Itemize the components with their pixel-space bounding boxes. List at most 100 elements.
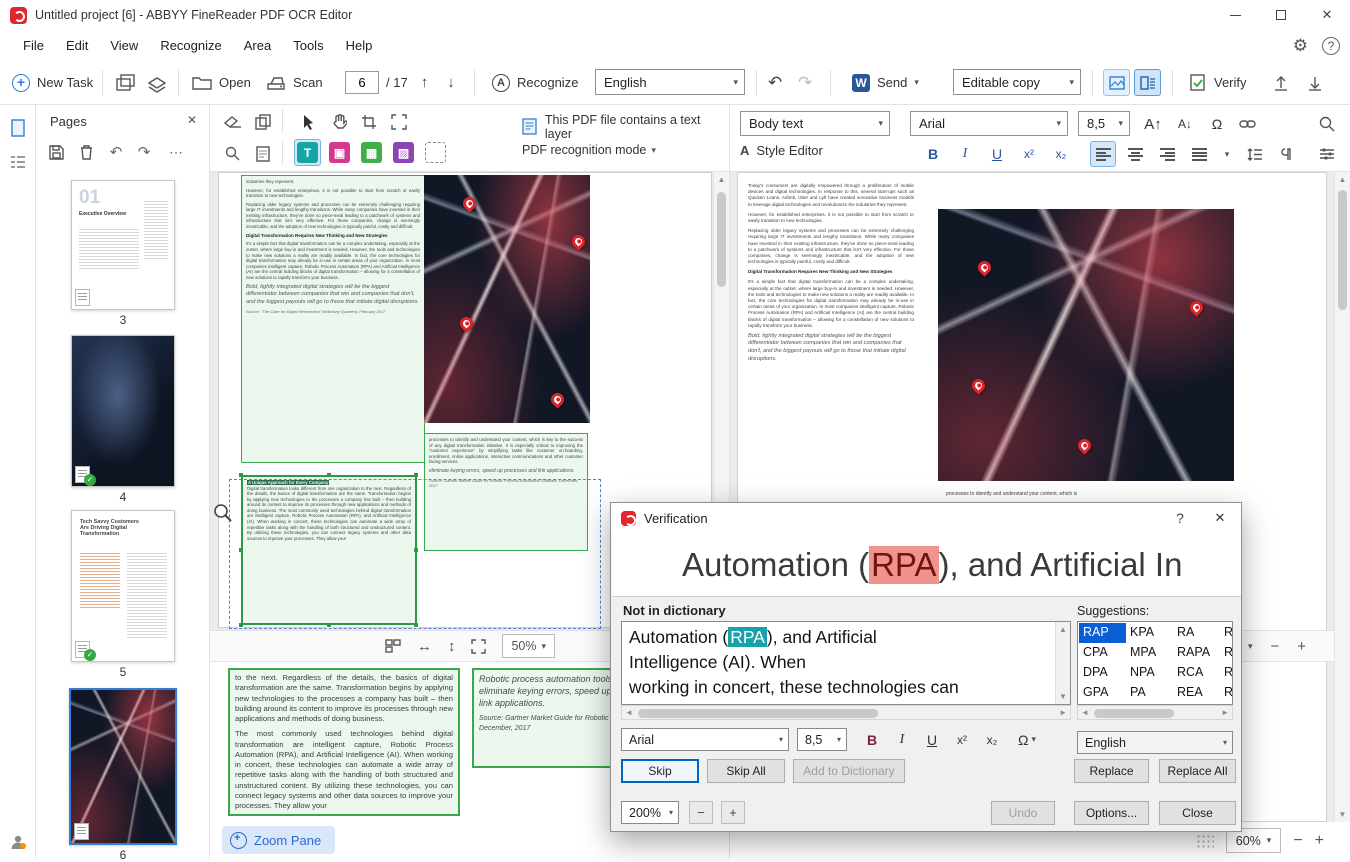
dialog-italic-button[interactable]: I — [889, 728, 915, 751]
decrease-font-icon[interactable]: A↓ — [1172, 111, 1198, 137]
image-zoom-select[interactable]: 50% ▾ — [502, 634, 556, 658]
page-thumbnail-5[interactable]: Tech Savvy Customers Are Driving Digital… — [71, 510, 175, 662]
options-button[interactable]: Options... — [1074, 801, 1149, 825]
menu-edit[interactable]: Edit — [55, 33, 99, 58]
zoom-in-icon[interactable]: + — [1297, 638, 1306, 655]
suggestion-item[interactable]: RAPA — [1173, 643, 1220, 663]
undo-page-icon[interactable]: ↶ — [106, 142, 126, 162]
scroll-up-icon[interactable]: ▲ — [1056, 622, 1070, 637]
suggestion-item[interactable]: R — [1220, 643, 1232, 663]
dialog-zoom-out-button[interactable]: − — [689, 801, 713, 824]
suggestion-item[interactable]: R — [1220, 663, 1232, 683]
scan-button[interactable]: Scan — [266, 61, 323, 104]
pages-close-icon[interactable]: ✕ — [187, 113, 197, 127]
quick-export-icon[interactable] — [114, 61, 136, 104]
suggestion-item[interactable]: RA — [1173, 623, 1220, 643]
dialog-close-button[interactable]: Close — [1159, 801, 1236, 825]
export-format-select[interactable]: Editable copy ▾ — [953, 69, 1081, 95]
selected-text-region[interactable]: A Unique Approach for Every Company Digi… — [241, 475, 417, 625]
replace-button[interactable]: Replace — [1074, 759, 1149, 783]
dictionary-language-select[interactable]: English ▾ — [1077, 731, 1233, 754]
italic-button[interactable]: I — [952, 141, 978, 167]
pan-hand-icon[interactable] — [326, 109, 352, 135]
scroll-up-icon[interactable]: ▲ — [714, 172, 729, 187]
export-up-icon[interactable] — [1272, 61, 1290, 104]
save-results-icon[interactable] — [1306, 61, 1324, 104]
layout-icon[interactable] — [385, 639, 401, 653]
page-thumbnail-4[interactable]: ✓ — [71, 335, 175, 487]
page-thumbnail-6-selected[interactable] — [69, 688, 177, 845]
background-picture-tool[interactable]: ▨ — [390, 139, 417, 166]
suggestion-item[interactable]: DPA — [1079, 663, 1126, 683]
scrollbar-thumb[interactable] — [638, 709, 878, 718]
dialog-superscript-button[interactable]: x² — [949, 728, 975, 751]
settings-gear-icon[interactable]: ⚙ — [1293, 36, 1308, 56]
scroll-right-icon[interactable]: ► — [1221, 708, 1229, 717]
dialog-help-icon[interactable]: ? — [1171, 510, 1189, 526]
suggestion-item[interactable]: REA — [1173, 683, 1220, 703]
help-icon[interactable]: ? — [1322, 36, 1340, 55]
scroll-right-icon[interactable]: ► — [1059, 708, 1067, 717]
dialog-title-bar[interactable]: Verification ? ✕ — [611, 503, 1241, 533]
page-thumbnail-3[interactable]: 01 Executive Overview — [71, 180, 175, 310]
crop-icon[interactable] — [356, 109, 382, 135]
menu-view[interactable]: View — [99, 33, 149, 58]
delete-page-icon[interactable] — [76, 142, 96, 162]
hyperlink-icon[interactable] — [1234, 111, 1260, 137]
skip-all-button[interactable]: Skip All — [707, 759, 785, 783]
align-left-button[interactable] — [1090, 141, 1116, 167]
suggestion-item[interactable]: R — [1220, 683, 1232, 703]
add-to-dictionary-button[interactable]: Add to Dictionary — [793, 759, 905, 783]
suggestion-item-selected[interactable]: RAP — [1079, 623, 1126, 643]
dialog-bold-button[interactable]: B — [859, 728, 885, 751]
analyze-page-icon[interactable] — [250, 141, 276, 167]
outline-panel-icon[interactable] — [7, 151, 29, 173]
bold-button[interactable]: B — [920, 141, 946, 167]
verify-button[interactable]: Verify — [1190, 61, 1247, 104]
view-image-only-toggle[interactable] — [1103, 69, 1130, 96]
stacked-pages-icon[interactable] — [146, 61, 168, 104]
suggestions-list[interactable]: RAP KPA RA R CPA MPA RAPA R DPA NPA RCA … — [1077, 621, 1233, 705]
view-image-text-toggle[interactable] — [1134, 69, 1161, 96]
text-region[interactable]: industries they represent. However, for … — [241, 175, 425, 463]
suggestion-item[interactable]: NPA — [1126, 663, 1173, 683]
menu-help[interactable]: Help — [335, 33, 384, 58]
maximize-button[interactable] — [1258, 0, 1304, 30]
table-region-tool[interactable]: ▦ — [358, 139, 385, 166]
superscript-button[interactable]: x² — [1016, 141, 1042, 167]
text-region-tool-selected[interactable]: T — [294, 139, 321, 166]
special-character-icon[interactable]: Ω — [1204, 111, 1230, 137]
fit-height-icon[interactable]: ↕ — [448, 638, 456, 655]
page-number-input[interactable] — [345, 71, 379, 94]
dialog-underline-button[interactable]: U — [919, 728, 945, 751]
context-scrollbar[interactable]: ▲ ▼ — [1055, 622, 1070, 704]
redo-page-icon[interactable]: ↷ — [134, 142, 154, 162]
suggestion-item[interactable]: CPA — [1079, 643, 1126, 663]
style-editor-button[interactable]: A Style Editor — [740, 143, 823, 158]
suggestion-item[interactable]: GPA — [1079, 683, 1126, 703]
dialog-undo-button[interactable]: Undo — [991, 801, 1055, 825]
align-more-icon[interactable]: ▾ — [1214, 141, 1240, 167]
context-text-editor[interactable]: Automation (RPA), and Artificial Intelli… — [621, 621, 1071, 705]
text-direction-icon[interactable] — [1274, 141, 1300, 167]
zoom-in-icon[interactable]: + — [1315, 832, 1324, 850]
line-spacing-icon[interactable] — [1242, 141, 1268, 167]
underline-button[interactable]: U — [984, 141, 1010, 167]
zoom-area-icon[interactable] — [220, 141, 246, 167]
recognize-button[interactable]: A Recognize — [492, 61, 578, 104]
select-cursor-icon[interactable] — [296, 109, 322, 135]
previous-page-icon[interactable]: ↑ — [415, 74, 435, 91]
copy-area-icon[interactable] — [250, 109, 276, 135]
fit-page-icon[interactable] — [471, 638, 487, 654]
suggestion-item[interactable]: KPA — [1126, 623, 1173, 643]
dialog-subscript-button[interactable]: x₂ — [979, 728, 1005, 751]
font-family-select[interactable]: Arial ▾ — [910, 111, 1068, 136]
paragraph-style-select[interactable]: Body text ▾ — [740, 111, 890, 136]
eraser-icon[interactable] — [220, 109, 246, 135]
menu-tools[interactable]: Tools — [282, 33, 334, 58]
scrollbar-thumb[interactable] — [717, 192, 726, 287]
align-center-button[interactable] — [1122, 141, 1148, 167]
pdf-recognition-mode-dropdown[interactable]: PDF recognition mode ▾ — [522, 143, 656, 157]
skip-button[interactable]: Skip — [621, 759, 699, 783]
chevron-down-icon[interactable]: ▾ — [1248, 641, 1253, 652]
